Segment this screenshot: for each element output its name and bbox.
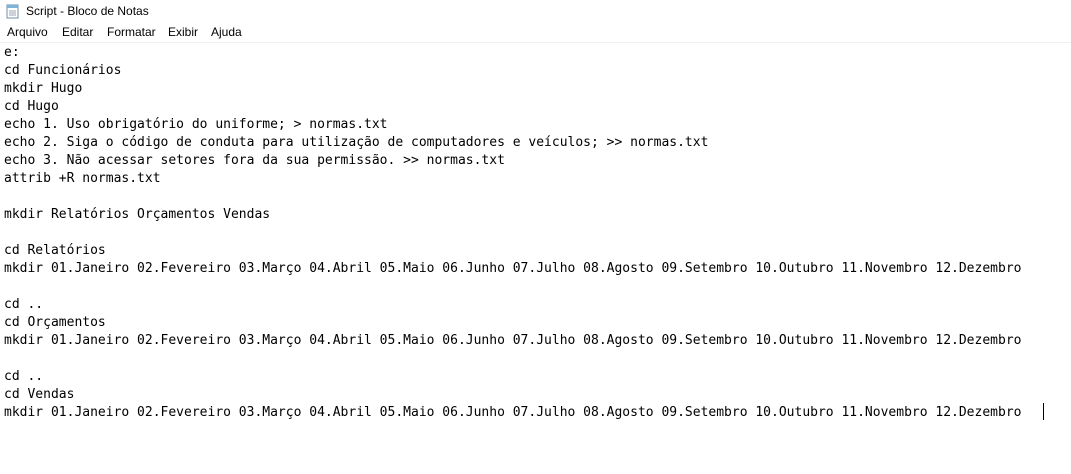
text-editor[interactable]: e: cd Funcionários mkdir Hugo cd Hugo ec…: [0, 43, 1071, 474]
editor-line: cd Orçamentos: [4, 315, 106, 330]
editor-line: cd ..: [4, 369, 44, 384]
editor-line: echo 3. Não acessar setores fora da sua …: [4, 153, 505, 168]
editor-line: e:: [4, 45, 20, 60]
menu-bar: Arquivo Editar Formatar Exibir Ajuda: [0, 22, 1071, 43]
editor-line: mkdir Relatórios Orçamentos Vendas: [4, 207, 271, 222]
notepad-icon: [6, 4, 19, 19]
editor-line: mkdir 01.Janeiro 02.Fevereiro 03.Março 0…: [4, 405, 1022, 420]
editor-line: echo 2. Siga o código de conduta para ut…: [4, 135, 709, 150]
editor-line: cd Vendas: [4, 387, 75, 402]
editor-line: cd Relatórios: [4, 243, 106, 258]
menu-arquivo[interactable]: Arquivo: [7, 25, 48, 39]
editor-line: echo 1. Uso obrigatório do uniforme; > n…: [4, 117, 388, 132]
menu-editar[interactable]: Editar: [62, 25, 93, 39]
editor-line: cd Hugo: [4, 99, 59, 114]
menu-exibir[interactable]: Exibir: [168, 25, 198, 39]
editor-line: mkdir 01.Janeiro 02.Fevereiro 03.Março 0…: [4, 261, 1022, 276]
menu-formatar[interactable]: Formatar: [107, 25, 156, 39]
text-caret: [1043, 403, 1044, 420]
editor-line: attrib +R normas.txt: [4, 171, 161, 186]
editor-line: mkdir Hugo: [4, 81, 83, 96]
menu-ajuda[interactable]: Ajuda: [211, 25, 242, 39]
editor-line: cd Funcionários: [4, 63, 122, 78]
editor-line: cd ..: [4, 297, 44, 312]
title-bar[interactable]: Script - Bloco de Notas: [0, 0, 1071, 22]
window-title: Script - Bloco de Notas: [26, 4, 149, 18]
editor-line: mkdir 01.Janeiro 02.Fevereiro 03.Março 0…: [4, 333, 1022, 348]
